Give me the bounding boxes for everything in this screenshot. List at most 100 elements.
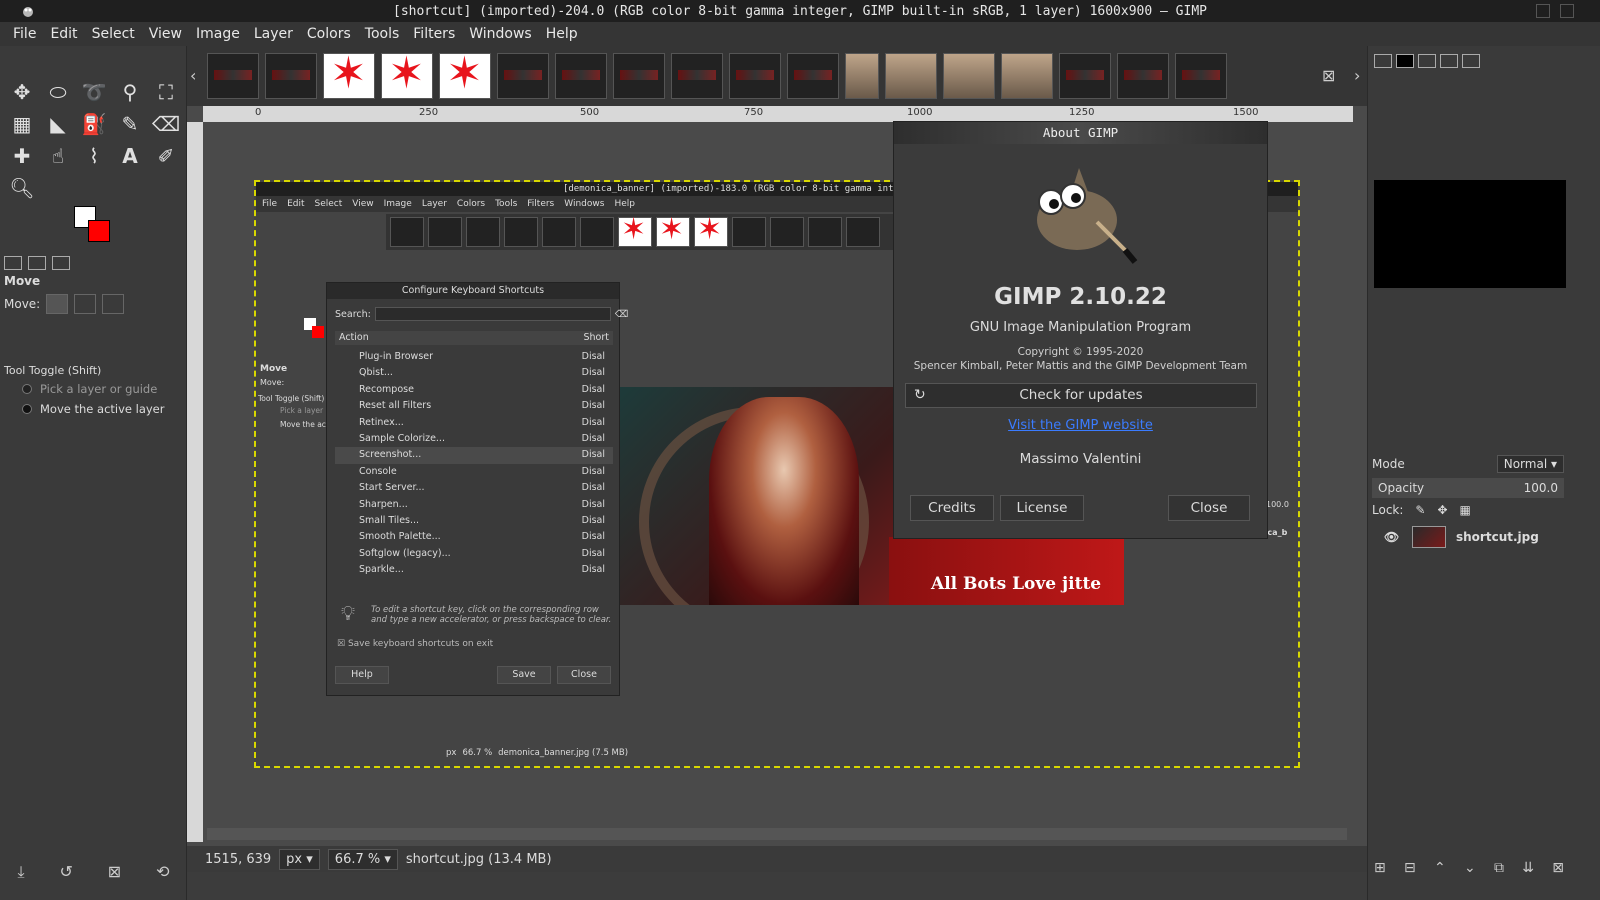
kbd-save-button[interactable]: Save <box>497 666 551 684</box>
image-thumb[interactable] <box>207 53 259 99</box>
save-options-icon[interactable]: ⤓ <box>17 862 24 882</box>
lock-pixels-icon[interactable]: ✎ <box>1415 503 1425 517</box>
license-button[interactable]: License <box>1000 495 1084 521</box>
menu-help[interactable]: Help <box>539 26 585 42</box>
image-thumb[interactable] <box>787 53 839 99</box>
image-thumb[interactable] <box>613 53 665 99</box>
list-item[interactable]: Retinex... Disal <box>335 415 613 431</box>
image-thumb[interactable] <box>497 53 549 99</box>
menu-colors[interactable]: Colors <box>300 26 358 42</box>
tab-images[interactable] <box>52 256 70 270</box>
about-close-button[interactable]: Close <box>1168 495 1250 521</box>
minimize-icon[interactable] <box>1536 4 1550 18</box>
zoom-tool-icon[interactable]: 🔍︎ <box>4 172 40 204</box>
col-shortcut[interactable]: Short <box>584 331 610 345</box>
tab-gradients[interactable] <box>1440 54 1458 68</box>
list-item[interactable]: Recompose Disal <box>335 382 613 398</box>
tab-brushes[interactable] <box>1374 54 1392 68</box>
delete-options-icon[interactable]: ⊠ <box>108 862 121 882</box>
lock-alpha-icon[interactable]: ▦ <box>1460 503 1471 517</box>
background-color-swatch[interactable] <box>88 220 110 242</box>
maximize-icon[interactable] <box>1560 4 1574 18</box>
eraser-icon[interactable]: ⌫ <box>148 108 184 140</box>
visibility-eye-icon[interactable]: 👁︎ <box>1384 530 1399 544</box>
horizontal-scrollbar[interactable] <box>207 828 1347 840</box>
image-thumb[interactable] <box>1059 53 1111 99</box>
tab-tool-options[interactable] <box>4 256 22 270</box>
image-thumb[interactable] <box>555 53 607 99</box>
unit-select[interactable]: px ▾ <box>279 848 320 870</box>
transform-tool-icon[interactable]: ▦ <box>4 108 40 140</box>
color-picker-icon[interactable]: ✐ <box>148 140 184 172</box>
move-layer-button[interactable] <box>46 294 69 314</box>
image-thumb[interactable] <box>1001 53 1053 99</box>
delete-layer-icon[interactable]: ⊠ <box>1552 860 1564 876</box>
list-item[interactable]: Sharpen... Disal <box>335 497 613 513</box>
image-thumb[interactable] <box>265 53 317 99</box>
bucket-fill-icon[interactable]: ⛽ <box>76 108 112 140</box>
reset-options-icon[interactable]: ⟲ <box>156 862 169 882</box>
image-thumb[interactable] <box>439 53 491 99</box>
smudge-tool-icon[interactable]: ☝ <box>40 140 76 172</box>
kbd-close-button[interactable]: Close <box>557 666 611 684</box>
paintbrush-icon[interactable]: ✎ <box>112 108 148 140</box>
list-item[interactable]: Softglow (legacy)... Disal <box>335 546 613 562</box>
image-thumb[interactable] <box>1175 53 1227 99</box>
raise-layer-icon[interactable]: ⌃ <box>1434 860 1446 876</box>
mode-select[interactable]: Normal ▾ <box>1496 455 1564 473</box>
menu-image[interactable]: Image <box>189 26 247 42</box>
list-item[interactable]: Qbist... Disal <box>335 365 613 381</box>
list-item[interactable]: Sparkle... Disal <box>335 562 613 578</box>
strip-left-arrow-icon[interactable]: ‹ <box>190 66 196 85</box>
ellipse-select-icon[interactable]: ⬭ <box>40 76 76 108</box>
image-thumb[interactable] <box>671 53 723 99</box>
tab-device-status[interactable] <box>28 256 46 270</box>
list-item[interactable]: Console Disal <box>335 464 613 480</box>
kbd-search-input[interactable] <box>374 307 611 321</box>
kbd-help-button[interactable]: Help <box>335 666 389 684</box>
paths-tool-icon[interactable]: ⌇ <box>76 140 112 172</box>
image-thumb[interactable] <box>943 53 995 99</box>
zoom-select[interactable]: 66.7 % ▾ <box>327 848 398 870</box>
image-thumb[interactable] <box>729 53 781 99</box>
col-action[interactable]: Action <box>339 331 369 345</box>
list-item[interactable]: Reset all Filters Disal <box>335 398 613 414</box>
merge-layer-icon[interactable]: ⇊ <box>1522 860 1534 876</box>
list-item[interactable]: Start Server... Disal <box>335 480 613 496</box>
image-thumb[interactable] <box>381 53 433 99</box>
heal-tool-icon[interactable]: ✚ <box>4 140 40 172</box>
image-thumb[interactable] <box>1117 53 1169 99</box>
menu-layer[interactable]: Layer <box>247 26 300 42</box>
clear-search-icon[interactable]: ⌫ <box>615 309 628 320</box>
warp-tool-icon[interactable]: ◣ <box>40 108 76 140</box>
duplicate-layer-icon[interactable]: ⧉ <box>1494 860 1504 876</box>
menu-file[interactable]: File <box>6 26 43 42</box>
image-thumb[interactable] <box>885 53 937 99</box>
move-path-button[interactable] <box>102 294 125 314</box>
gimp-website-link[interactable]: Visit the GIMP website <box>894 418 1267 433</box>
layer-row[interactable]: 👁︎ shortcut.jpg <box>1372 524 1568 550</box>
list-item[interactable]: Small Tiles... Disal <box>335 513 613 529</box>
tab-patterns[interactable] <box>1396 54 1414 68</box>
restore-options-icon[interactable]: ↺ <box>59 862 72 882</box>
free-select-icon[interactable]: ➰ <box>76 76 112 108</box>
strip-right-arrow-icon[interactable]: › <box>1354 66 1360 85</box>
list-item[interactable]: Sample Colorize... Disal <box>335 431 613 447</box>
menu-filters[interactable]: Filters <box>406 26 462 42</box>
list-item[interactable]: Smooth Palette... Disal <box>335 529 613 545</box>
move-selection-button[interactable] <box>74 294 97 314</box>
fuzzy-select-icon[interactable]: ⚲ <box>112 76 148 108</box>
tab-palettes[interactable] <box>1462 54 1480 68</box>
radio-move-active-layer[interactable]: Move the active layer <box>22 402 164 416</box>
lock-position-icon[interactable]: ✥ <box>1437 503 1447 517</box>
close-image-icon[interactable]: ⊠ <box>1322 66 1335 85</box>
new-layer-icon[interactable]: ⊞ <box>1374 860 1386 876</box>
opacity-slider[interactable]: Opacity 100.0 <box>1372 478 1564 498</box>
menu-windows[interactable]: Windows <box>462 26 539 42</box>
save-on-exit-checkbox[interactable]: ☒ Save keyboard shortcuts on exit <box>337 639 493 649</box>
new-group-icon[interactable]: ⊟ <box>1404 860 1416 876</box>
list-item[interactable]: Plug-in Browser Disal <box>335 349 613 365</box>
lower-layer-icon[interactable]: ⌄ <box>1464 860 1476 876</box>
radio-pick-layer[interactable]: Pick a layer or guide <box>22 382 157 396</box>
menu-tools[interactable]: Tools <box>358 26 407 42</box>
